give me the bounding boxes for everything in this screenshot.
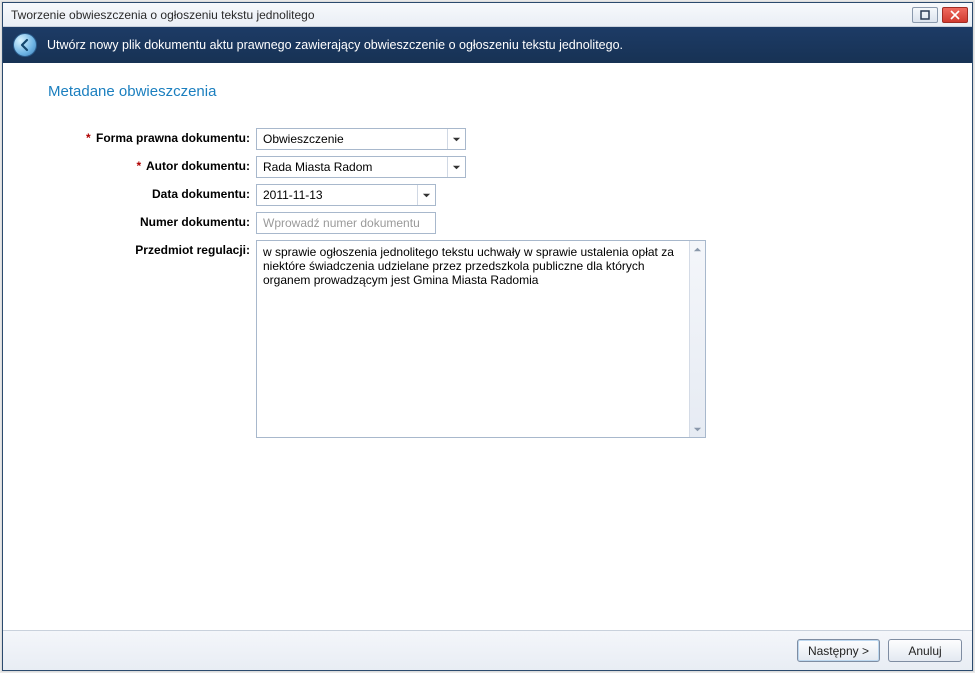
label-number-text: Numer dokumentu:	[140, 215, 250, 229]
close-button[interactable]	[942, 7, 968, 23]
subject-textarea[interactable]	[257, 241, 689, 437]
back-arrow-icon	[18, 38, 32, 52]
row-number: Numer dokumentu:	[38, 212, 937, 234]
maximize-icon	[920, 10, 930, 20]
textarea-scrollbar[interactable]	[689, 241, 705, 437]
chevron-down-icon	[417, 185, 435, 205]
label-number: Numer dokumentu:	[38, 212, 250, 229]
legal-form-value: Obwieszczenie	[257, 132, 447, 146]
label-author-text: Autor dokumentu:	[146, 159, 250, 173]
label-subject-text: Przedmiot regulacji:	[135, 243, 250, 257]
window-title: Tworzenie obwieszczenia o ogłoszeniu tek…	[11, 8, 912, 22]
window-controls	[912, 7, 968, 23]
author-value: Rada Miasta Radom	[257, 160, 447, 174]
label-date-text: Data dokumentu:	[152, 187, 250, 201]
scroll-down-icon	[690, 421, 706, 437]
label-legal-form-text: Forma prawna dokumentu:	[96, 131, 250, 145]
label-legal-form: * Forma prawna dokumentu:	[38, 128, 250, 145]
wizard-window: Tworzenie obwieszczenia o ogłoszeniu tek…	[2, 2, 973, 671]
metadata-form: * Forma prawna dokumentu: Obwieszczenie …	[38, 128, 937, 438]
label-subject: Przedmiot regulacji:	[38, 240, 250, 257]
chevron-down-icon	[447, 129, 465, 149]
wizard-banner: Utwórz nowy plik dokumentu aktu prawnego…	[3, 27, 972, 63]
subject-textarea-wrap	[256, 240, 706, 438]
wizard-footer: Następny > Anuluj	[3, 630, 972, 670]
row-date: Data dokumentu: 2011-11-13	[38, 184, 937, 206]
maximize-button[interactable]	[912, 7, 938, 23]
required-marker: *	[136, 159, 143, 173]
row-subject: Przedmiot regulacji:	[38, 240, 937, 438]
date-dropdown[interactable]: 2011-11-13	[256, 184, 436, 206]
section-title: Metadane obwieszczenia	[48, 83, 937, 100]
document-number-input[interactable]	[256, 212, 436, 234]
scroll-up-icon	[690, 241, 706, 257]
row-legal-form: * Forma prawna dokumentu: Obwieszczenie	[38, 128, 937, 150]
close-icon	[950, 10, 960, 20]
required-marker: *	[86, 131, 93, 145]
content-area: Metadane obwieszczenia * Forma prawna do…	[3, 63, 972, 630]
label-author: * Autor dokumentu:	[38, 156, 250, 173]
row-author: * Autor dokumentu: Rada Miasta Radom	[38, 156, 937, 178]
author-dropdown[interactable]: Rada Miasta Radom	[256, 156, 466, 178]
back-button[interactable]	[13, 33, 37, 57]
next-button[interactable]: Następny >	[797, 639, 880, 662]
titlebar: Tworzenie obwieszczenia o ogłoszeniu tek…	[3, 3, 972, 27]
label-date: Data dokumentu:	[38, 184, 250, 201]
legal-form-dropdown[interactable]: Obwieszczenie	[256, 128, 466, 150]
cancel-button[interactable]: Anuluj	[888, 639, 962, 662]
banner-text: Utwórz nowy plik dokumentu aktu prawnego…	[47, 38, 623, 52]
date-value: 2011-11-13	[257, 188, 417, 202]
chevron-down-icon	[447, 157, 465, 177]
